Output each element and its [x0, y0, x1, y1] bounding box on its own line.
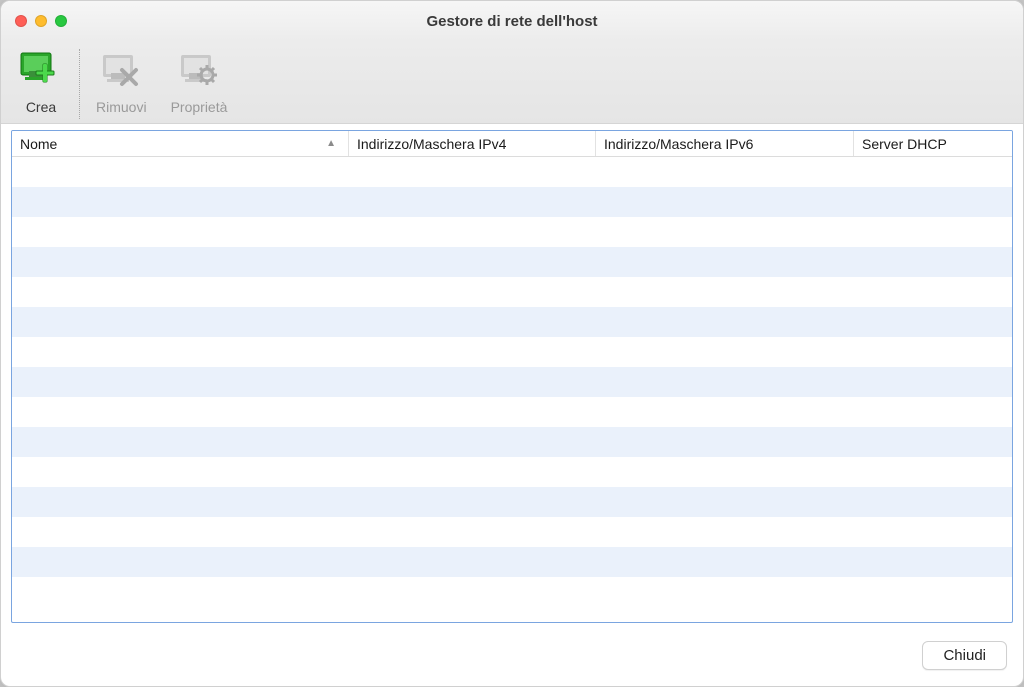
- sort-ascending-icon: ▲: [326, 138, 336, 149]
- table-row[interactable]: [12, 157, 1012, 187]
- table-row[interactable]: [12, 217, 1012, 247]
- properties-button: Proprietà: [159, 45, 240, 119]
- table-row[interactable]: [12, 337, 1012, 367]
- content-area: Nome ▲ Indirizzo/Maschera IPv4 Indirizzo…: [1, 124, 1023, 625]
- create-network-icon: [19, 49, 63, 93]
- table-row[interactable]: [12, 397, 1012, 427]
- create-button-label: Crea: [26, 99, 56, 115]
- table-row[interactable]: [12, 367, 1012, 397]
- column-header-dhcp-label: Server DHCP: [862, 136, 947, 152]
- toolbar: Crea Rimuovi: [1, 41, 1023, 124]
- network-table[interactable]: Nome ▲ Indirizzo/Maschera IPv4 Indirizzo…: [11, 130, 1013, 623]
- column-header-ipv4[interactable]: Indirizzo/Maschera IPv4: [349, 131, 596, 156]
- window-title: Gestore di rete dell'host: [1, 13, 1023, 30]
- table-row[interactable]: [12, 487, 1012, 517]
- column-header-ipv6[interactable]: Indirizzo/Maschera IPv6: [596, 131, 854, 156]
- properties-network-icon: [177, 49, 221, 93]
- table-row[interactable]: [12, 247, 1012, 277]
- remove-button-label: Rimuovi: [96, 99, 147, 115]
- column-header-ipv4-label: Indirizzo/Maschera IPv4: [357, 136, 506, 152]
- table-row[interactable]: [12, 187, 1012, 217]
- properties-button-label: Proprietà: [171, 99, 228, 115]
- table-header: Nome ▲ Indirizzo/Maschera IPv4 Indirizzo…: [12, 131, 1012, 157]
- table-row[interactable]: [12, 547, 1012, 577]
- remove-button: Rimuovi: [84, 45, 159, 119]
- toolbar-separator: [79, 49, 80, 119]
- create-button[interactable]: Crea: [7, 45, 75, 119]
- close-button[interactable]: Chiudi: [922, 641, 1007, 670]
- column-header-name[interactable]: Nome ▲: [12, 131, 349, 156]
- table-row[interactable]: [12, 427, 1012, 457]
- remove-network-icon: [99, 49, 143, 93]
- column-header-dhcp[interactable]: Server DHCP: [854, 131, 1012, 156]
- table-body: [12, 157, 1012, 622]
- table-row[interactable]: [12, 517, 1012, 547]
- column-header-name-label: Nome: [20, 136, 57, 152]
- dialog-window: Gestore di rete dell'host Crea: [0, 0, 1024, 687]
- table-row[interactable]: [12, 307, 1012, 337]
- titlebar[interactable]: Gestore di rete dell'host: [1, 1, 1023, 41]
- column-header-ipv6-label: Indirizzo/Maschera IPv6: [604, 136, 753, 152]
- table-row[interactable]: [12, 277, 1012, 307]
- dialog-footer: Chiudi: [1, 625, 1023, 686]
- table-row[interactable]: [12, 457, 1012, 487]
